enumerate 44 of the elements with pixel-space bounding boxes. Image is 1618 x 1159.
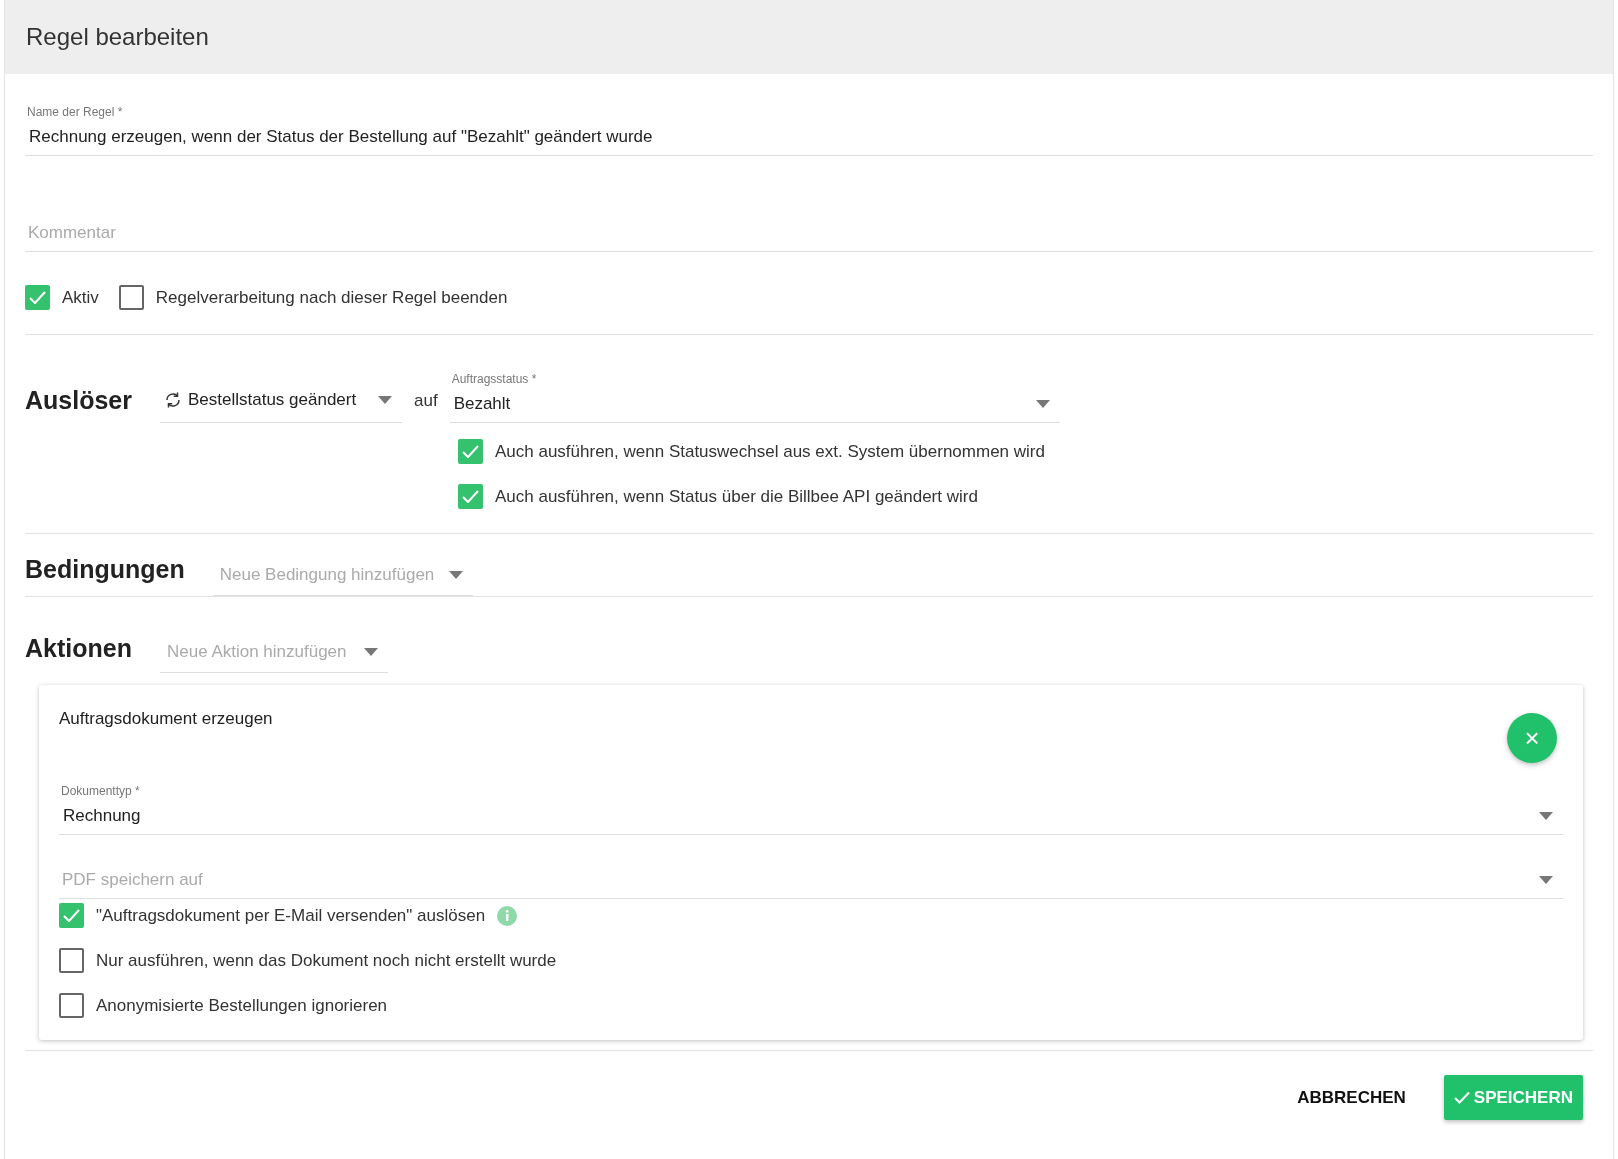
refresh-icon [164,390,182,409]
select-field[interactable]: Neue Aktion hinzufügen [159,631,388,673]
save-button[interactable]: SPEICHERN [1443,1075,1583,1120]
checkbox-label: Auch ausführen, wenn Statuswechsel aus ext. System übernommen wird [495,441,1045,462]
cancel-button[interactable]: ABBRECHEN [1287,1075,1416,1120]
checkbox-label: Regelverarbeitung nach dieser Regel beenden [155,287,508,308]
checkbox[interactable] [59,948,84,973]
checkbox-label: Anonymisierte Bestellungen ignorieren [96,995,388,1016]
checkbox[interactable] [118,285,144,310]
checkbox[interactable] [25,285,50,310]
caret-icon [378,395,392,404]
section-heading: Aktionen [25,634,132,663]
dialog-title: Regel bearbeiten [5,0,1613,74]
check-icon [462,490,479,503]
checkbox[interactable] [59,993,84,1018]
checkbox-label: Aktiv [62,287,99,308]
caret-icon [448,570,463,579]
checkbox-label: Nur ausführen, wenn das Dokument noch nicht erstellt wurde [96,950,557,971]
caret-icon [363,647,378,656]
input-field[interactable]: Name der Regel * Rechnung erzeugen, wenn der Status der Bestellung auf "Bezahlt" geändert wurde [25,96,1593,156]
close-button[interactable]: × [1507,713,1557,763]
select-field[interactable]: PDF speichern auf [59,835,1563,899]
check-icon [63,909,80,922]
card-title: Auftragsdokument erzeugen [59,709,273,729]
checkbox[interactable] [59,903,84,928]
input-field[interactable]: Kommentar [25,156,1593,252]
connector-text: auf [414,391,438,411]
section-heading: Auslöser [25,386,132,415]
check-icon [29,291,46,304]
select-field[interactable]: Neue Bedingung hinzufügen [212,554,473,596]
check-icon [462,445,479,458]
check-icon [1453,1091,1470,1104]
checkbox[interactable] [458,484,483,509]
select-field[interactable]: Bestellstatus geändert [160,377,402,423]
select-field[interactable]: Auftragsstatus * Bezahlt [449,355,1060,423]
select-field[interactable]: Dokumenttyp * Rechnung [59,763,1563,835]
checkbox-label: "Auftragsdokument per E-Mail versenden" auslösen [96,905,486,926]
caret-icon [1035,400,1050,408]
info-icon[interactable] [497,905,518,926]
checkbox-label: Auch ausführen, wenn Status über die Billbee API geändert wird [495,486,978,507]
caret-icon [1539,876,1553,884]
section-heading: Bedingungen [25,555,185,584]
checkbox[interactable] [458,439,483,464]
caret-icon [1539,812,1553,820]
